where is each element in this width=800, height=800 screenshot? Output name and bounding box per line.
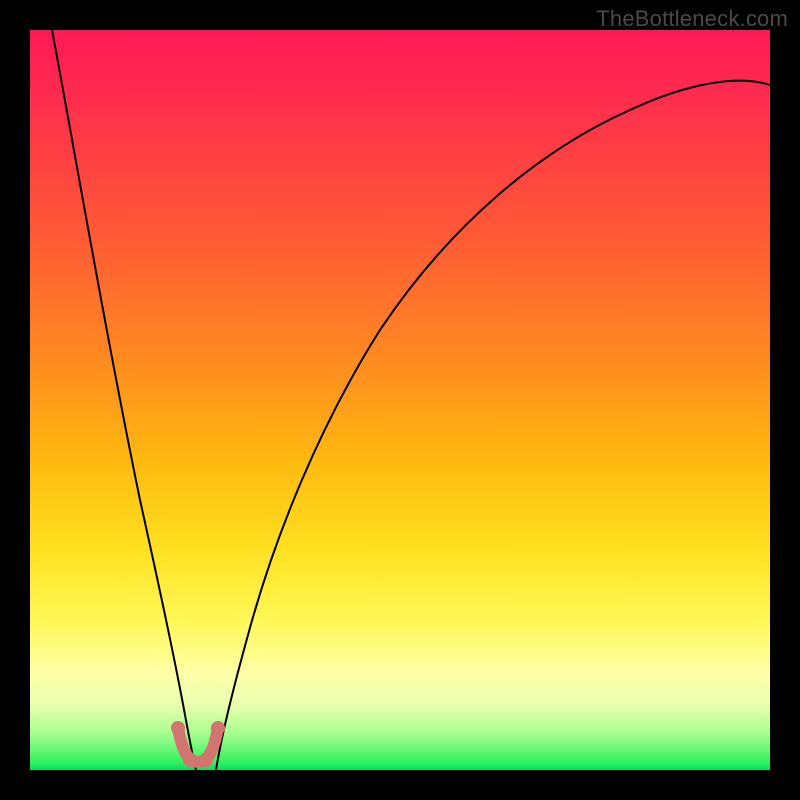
curve-right-branch — [216, 81, 770, 770]
highlight-dot-left — [171, 721, 185, 735]
curve-left-branch — [52, 30, 196, 770]
chart-plot-area — [30, 30, 770, 770]
chart-svg — [30, 30, 770, 770]
watermark-text: TheBottleneck.com — [596, 6, 788, 32]
highlight-dot-right — [211, 721, 225, 735]
highlight-dot-bottom-right — [199, 753, 213, 767]
highlight-dot-bottom-left — [183, 753, 197, 767]
